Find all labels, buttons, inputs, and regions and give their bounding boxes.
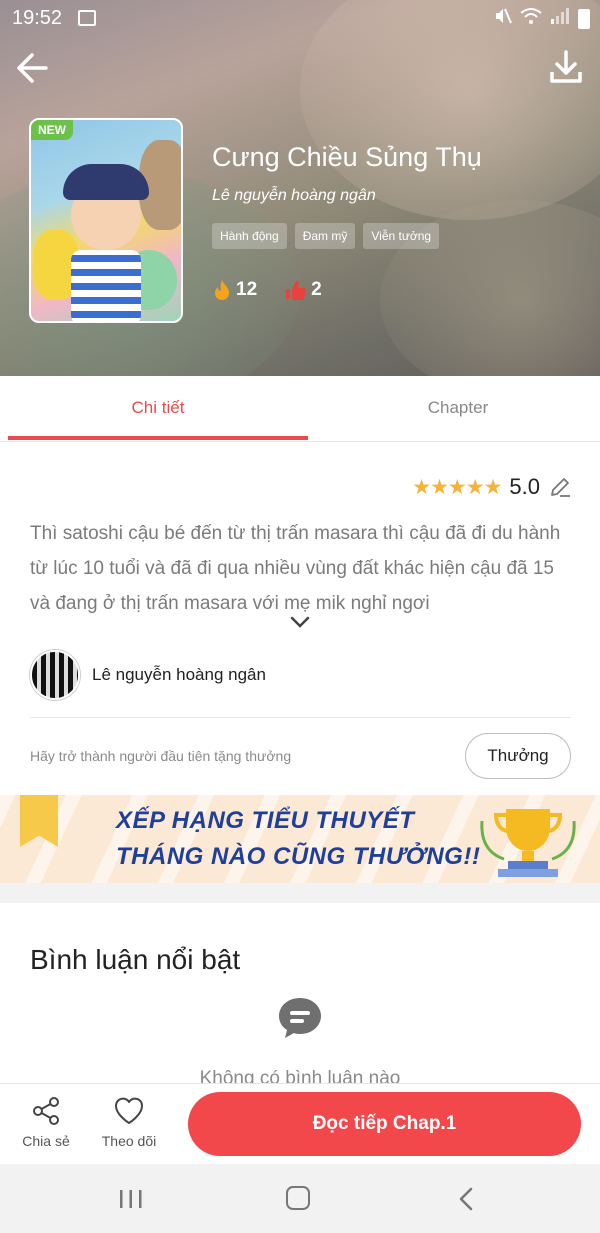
- hot-stat: 12: [212, 279, 257, 301]
- gallery-notification-icon: [78, 10, 96, 26]
- share-button[interactable]: Chia sẻ: [16, 1096, 76, 1149]
- book-stats: 12 2: [212, 279, 322, 301]
- book-detail-screen: 19:52 NEW Cưng Chiều Sủng Thụ Lê nguyễn …: [0, 0, 600, 1233]
- genre-tag[interactable]: Viễn tưởng: [363, 223, 440, 249]
- author-row[interactable]: Lê nguyễn hoàng ngân: [30, 650, 266, 700]
- system-nav-bar: [0, 1164, 600, 1233]
- rating: ★★★★★ 5.0: [412, 474, 572, 500]
- genre-tag[interactable]: Hành động: [212, 223, 287, 249]
- section-separator: [0, 883, 600, 903]
- continue-reading-button[interactable]: Đọc tiếp Chap.1: [188, 1092, 581, 1156]
- tab-chapter[interactable]: Chapter: [308, 376, 600, 442]
- detail-tabs: Chi tiết Chapter: [0, 376, 600, 442]
- book-title: Cưng Chiều Sủng Thụ: [212, 142, 482, 172]
- recent-apps-icon[interactable]: [118, 1188, 144, 1210]
- book-cover[interactable]: NEW: [29, 118, 183, 323]
- book-author[interactable]: Lê nguyễn hoàng ngân: [212, 187, 376, 205]
- battery-icon: [578, 8, 590, 29]
- trophy-icon: [480, 809, 576, 877]
- status-time: 19:52: [12, 7, 63, 29]
- share-label: Chia sẻ: [22, 1133, 70, 1149]
- synopsis: Thì satoshi cậu bé đến từ thị trấn masar…: [30, 523, 561, 614]
- bottom-action-bar: Chia sẻ Theo dõi Đọc tiếp Chap.1: [0, 1083, 600, 1164]
- genre-tags: Hành động Đam mỹ Viễn tưởng: [212, 223, 440, 249]
- chevron-down-icon[interactable]: [288, 613, 312, 631]
- divider: [30, 717, 571, 718]
- share-icon: [33, 1097, 59, 1125]
- genre-tag[interactable]: Đam mỹ: [294, 223, 356, 249]
- download-button[interactable]: [544, 46, 588, 90]
- edit-rating-icon[interactable]: [548, 475, 572, 499]
- tab-detail[interactable]: Chi tiết: [8, 376, 308, 442]
- rating-stars: ★★★★★: [412, 475, 502, 499]
- reward-prompt: Hãy trở thành người đầu tiên tặng thưởng: [30, 748, 292, 764]
- arrow-left-icon: [17, 53, 48, 83]
- wifi-icon: [520, 7, 542, 30]
- ranking-banner[interactable]: XẾP HẠNG TIỂU THUYẾT THÁNG NÀO CŨNG THƯỞ…: [0, 795, 600, 883]
- banner-line2: THÁNG NÀO CŨNG THƯỞNG!!: [116, 843, 481, 870]
- nav-back-icon[interactable]: [456, 1186, 476, 1212]
- status-bar: 19:52: [0, 0, 600, 36]
- back-button[interactable]: [12, 46, 56, 90]
- hot-count: 12: [236, 279, 258, 300]
- follow-label: Theo dõi: [101, 1133, 157, 1149]
- new-badge: NEW: [31, 120, 73, 140]
- banner-line1: XẾP HẠNG TIỂU THUYẾT: [116, 807, 415, 834]
- like-stat: 2: [285, 279, 322, 301]
- download-icon: [550, 50, 582, 83]
- active-tab-indicator: [8, 436, 308, 440]
- rating-value: 5.0: [509, 474, 540, 499]
- book-header: 19:52 NEW Cưng Chiều Sủng Thụ Lê nguyễn …: [0, 0, 600, 376]
- comments-title: Bình luận nổi bật: [30, 944, 241, 975]
- follow-button[interactable]: Theo dõi: [99, 1096, 159, 1149]
- home-icon[interactable]: [286, 1186, 310, 1210]
- heart-icon: [115, 1097, 143, 1124]
- flame-icon: [215, 280, 229, 300]
- signal-icon: [550, 7, 570, 30]
- avatar: [30, 650, 80, 700]
- thumbs-up-icon: [286, 281, 307, 300]
- reward-button[interactable]: Thưởng: [465, 733, 571, 779]
- like-count: 2: [311, 279, 322, 300]
- comment-icon: [279, 998, 321, 1038]
- mute-icon: [492, 6, 512, 31]
- author-name: Lê nguyễn hoàng ngân: [92, 665, 266, 684]
